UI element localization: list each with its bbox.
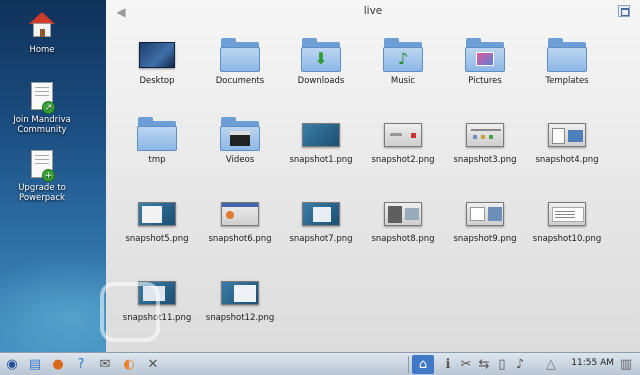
folder-icon: [137, 117, 177, 151]
file-item-label: snapshot1.png: [289, 155, 353, 165]
image-thumbnail-icon: [383, 117, 423, 151]
file-item-snapshot10[interactable]: snapshot10.png: [526, 196, 608, 244]
file-item-label: Downloads: [297, 76, 345, 86]
window-title: live: [363, 5, 383, 17]
folder-icon: [547, 38, 587, 72]
info-icon[interactable]: ℹ: [438, 355, 458, 374]
file-item-label: snapshot6.png: [208, 234, 272, 244]
firefox-icon[interactable]: ●: [48, 355, 68, 374]
desktop-icon-join-community[interactable]: ↗ Join Mandriva Community: [0, 82, 84, 135]
document-cart-icon: +: [27, 150, 57, 182]
document-link-icon: ↗: [27, 82, 57, 114]
file-item-snapshot4[interactable]: snapshot4.png: [526, 117, 608, 165]
desktop-icon-label: Upgrade to Powerpack: [18, 183, 66, 203]
trash-icon[interactable]: ▥: [616, 355, 636, 374]
file-item-label: Documents: [215, 76, 265, 86]
image-thumbnail-icon: [220, 196, 260, 230]
folder-icon: [220, 38, 260, 72]
network-icon[interactable]: ✂: [456, 355, 476, 374]
desktop-icon-upgrade-powerpack[interactable]: + Upgrade to Powerpack: [0, 150, 84, 203]
watermark-logo: [100, 282, 160, 342]
file-item-tmp[interactable]: tmp: [116, 117, 198, 165]
download-folder-icon: ⬇: [301, 38, 341, 72]
file-item-snapshot9[interactable]: snapshot9.png: [444, 196, 526, 244]
file-item-templates[interactable]: Templates: [526, 38, 608, 86]
file-item-label: Videos: [225, 155, 255, 165]
file-item-snapshot2[interactable]: snapshot2.png: [362, 117, 444, 165]
desktop-folder-icon: [137, 38, 177, 72]
clock[interactable]: 11:55 AM: [571, 358, 614, 368]
usb-icon[interactable]: ⇆: [474, 355, 494, 374]
file-manager-window: ◀ live Desktop Documents ⬇ Downloads ♪ M…: [106, 0, 640, 352]
tools-icon[interactable]: ✕: [143, 355, 163, 374]
help-icon[interactable]: ?: [71, 355, 91, 374]
maximize-button[interactable]: [618, 5, 630, 17]
title-bar: ◀ live: [106, 0, 640, 24]
file-manager-icon[interactable]: ▤: [25, 355, 45, 374]
image-thumbnail-icon: [301, 117, 341, 151]
file-item-pictures[interactable]: Pictures: [444, 38, 526, 86]
file-item-snapshot1[interactable]: snapshot1.png: [280, 117, 362, 165]
file-item-desktop[interactable]: Desktop: [116, 38, 198, 86]
file-item-label: tmp: [148, 155, 166, 165]
desktop-icon-label: Join Mandriva Community: [13, 115, 71, 135]
update-icon[interactable]: △: [541, 355, 561, 374]
file-item-videos[interactable]: Videos: [199, 117, 281, 165]
file-item-label: snapshot8.png: [371, 234, 435, 244]
volume-icon[interactable]: ♪: [510, 355, 530, 374]
file-item-snapshot5[interactable]: snapshot5.png: [116, 196, 198, 244]
desktop-icon-home[interactable]: Home: [0, 12, 84, 55]
file-item-music[interactable]: ♪ Music: [362, 38, 444, 86]
image-thumbnail-icon: [301, 196, 341, 230]
desktop-icon-label: Home: [29, 45, 55, 55]
desktop-background: Home ↗ Join Mandriva Community + Upgrade…: [0, 0, 106, 352]
file-item-label: snapshot7.png: [289, 234, 353, 244]
videos-folder-icon: [220, 117, 260, 151]
file-item-snapshot12[interactable]: snapshot12.png: [199, 275, 281, 323]
mail-icon[interactable]: ✉: [95, 355, 115, 374]
file-item-downloads[interactable]: ⬇ Downloads: [280, 38, 362, 86]
file-item-label: Desktop: [139, 76, 175, 86]
file-item-label: snapshot10.png: [532, 234, 602, 244]
file-item-label: Templates: [545, 76, 589, 86]
file-item-snapshot8[interactable]: snapshot8.png: [362, 196, 444, 244]
file-item-label: snapshot12.png: [205, 313, 275, 323]
home-icon[interactable]: ⌂: [412, 355, 434, 374]
music-folder-icon: ♪: [383, 38, 423, 72]
file-item-snapshot3[interactable]: snapshot3.png: [444, 117, 526, 165]
file-item-snapshot6[interactable]: snapshot6.png: [199, 196, 281, 244]
mandriva-menu-icon[interactable]: ◉: [2, 355, 22, 374]
file-item-label: snapshot4.png: [535, 155, 599, 165]
clipboard-icon[interactable]: ▯: [492, 355, 512, 374]
pictures-folder-icon: [465, 38, 505, 72]
file-item-documents[interactable]: Documents: [199, 38, 281, 86]
taskbar: ◉ ▤ ● ? ✉ ◐ ✕ ⌂ ℹ ✂ ⇆ ▯ ♪ △ 11:55 AM ▥: [0, 352, 640, 375]
image-thumbnail-icon: [465, 117, 505, 151]
image-thumbnail-icon: [465, 196, 505, 230]
home-icon: [27, 12, 57, 42]
file-item-label: snapshot2.png: [371, 155, 435, 165]
media-icon[interactable]: ◐: [119, 355, 139, 374]
file-item-snapshot7[interactable]: snapshot7.png: [280, 196, 362, 244]
image-thumbnail-icon: [547, 196, 587, 230]
image-thumbnail-icon: [137, 196, 177, 230]
file-item-label: snapshot9.png: [453, 234, 517, 244]
file-item-label: snapshot5.png: [125, 234, 189, 244]
file-item-label: Pictures: [468, 76, 502, 86]
image-thumbnail-icon: [220, 275, 260, 309]
file-item-label: snapshot3.png: [453, 155, 517, 165]
image-thumbnail-icon: [383, 196, 423, 230]
image-thumbnail-icon: [547, 117, 587, 151]
file-item-label: Music: [390, 76, 416, 86]
